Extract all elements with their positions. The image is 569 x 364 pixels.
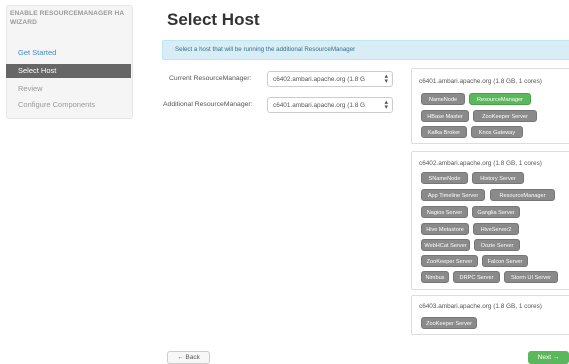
current-resourcemanager-label: Current ResourceManager: [169, 75, 252, 82]
component-badge: Knox Gateway [471, 126, 523, 138]
sidebar-item-select-host[interactable]: Select Host [6, 64, 131, 78]
component-badge: ZooKeeper Server [473, 110, 537, 122]
next-button[interactable]: Next → [528, 351, 569, 364]
info-alert-text: Select a host that will be running the a… [175, 46, 356, 53]
current-resourcemanager-value: c6402.ambari.apache.org (1.8 G [273, 76, 366, 83]
sidebar-item-get-started[interactable]: Get Started [6, 46, 131, 60]
component-badge: WebHCat Server [421, 239, 470, 251]
component-badge: ResourceManager [490, 189, 555, 201]
component-badge-selected: ResourceManager [469, 93, 531, 105]
back-button[interactable]: ← Back [167, 351, 210, 364]
wizard-sidebar: ENABLE RESOURCEMANAGER HA WIZARD Get Sta… [0, 0, 135, 364]
component-badge: Nagios Server [421, 206, 468, 218]
select-caret-icon: ▴ ▾ [384, 99, 388, 111]
component-badge: SNameNode [421, 172, 468, 184]
component-badge: NameNode [421, 93, 465, 105]
component-badge: History Server [472, 172, 524, 184]
component-badge: ZooKeeper Server [421, 255, 478, 267]
current-resourcemanager-select[interactable]: c6402.ambari.apache.org (1.8 G ▴ ▾ [267, 71, 393, 87]
info-alert: Select a host that will be running the a… [162, 40, 569, 60]
component-badge: Kafka Broker [421, 126, 467, 138]
sidebar-item-review: Review [18, 84, 43, 93]
component-badge: Ganglia Server [472, 206, 520, 218]
select-caret-icon: ▴ ▾ [384, 73, 388, 85]
component-badge: Nimbus [421, 271, 449, 283]
component-badge: Hive Metastore [421, 223, 469, 235]
component-badge: ZooKeeper Server [421, 317, 477, 329]
additional-resourcemanager-value: c6401.ambari.apache.org (1.8 G [273, 102, 366, 109]
component-badge: HiveServer2 [473, 223, 519, 235]
wizard-title: ENABLE RESOURCEMANAGER HA WIZARD [10, 10, 124, 26]
host-name: c6403.ambari.apache.org (1.8 GB, 1 cores… [419, 303, 542, 310]
component-badge: Oozie Server [474, 239, 520, 251]
host-card: c6401.ambari.apache.org (1.8 GB, 1 cores… [411, 68, 569, 144]
host-card: c6403.ambari.apache.org (1.8 GB, 1 cores… [411, 295, 569, 335]
component-badge: Storm UI Server [504, 271, 558, 283]
host-card: c6402.ambari.apache.org (1.8 GB, 1 cores… [411, 151, 569, 290]
host-name: c6401.ambari.apache.org (1.8 GB, 1 cores… [419, 78, 542, 85]
additional-resourcemanager-select[interactable]: c6401.ambari.apache.org (1.8 G ▴ ▾ [267, 97, 393, 113]
component-badge: Falcon Server [482, 255, 528, 267]
page-title: Select Host [167, 10, 260, 29]
component-badge: DRPC Server [453, 271, 500, 283]
component-badge: HBase Master [421, 110, 469, 122]
additional-resourcemanager-label: Additional ResourceManager: [163, 101, 253, 108]
sidebar-item-configure-components: Configure Components [18, 100, 96, 109]
host-name: c6402.ambari.apache.org (1.8 GB, 1 cores… [419, 160, 542, 167]
component-badge: App Timeline Server [421, 189, 485, 201]
